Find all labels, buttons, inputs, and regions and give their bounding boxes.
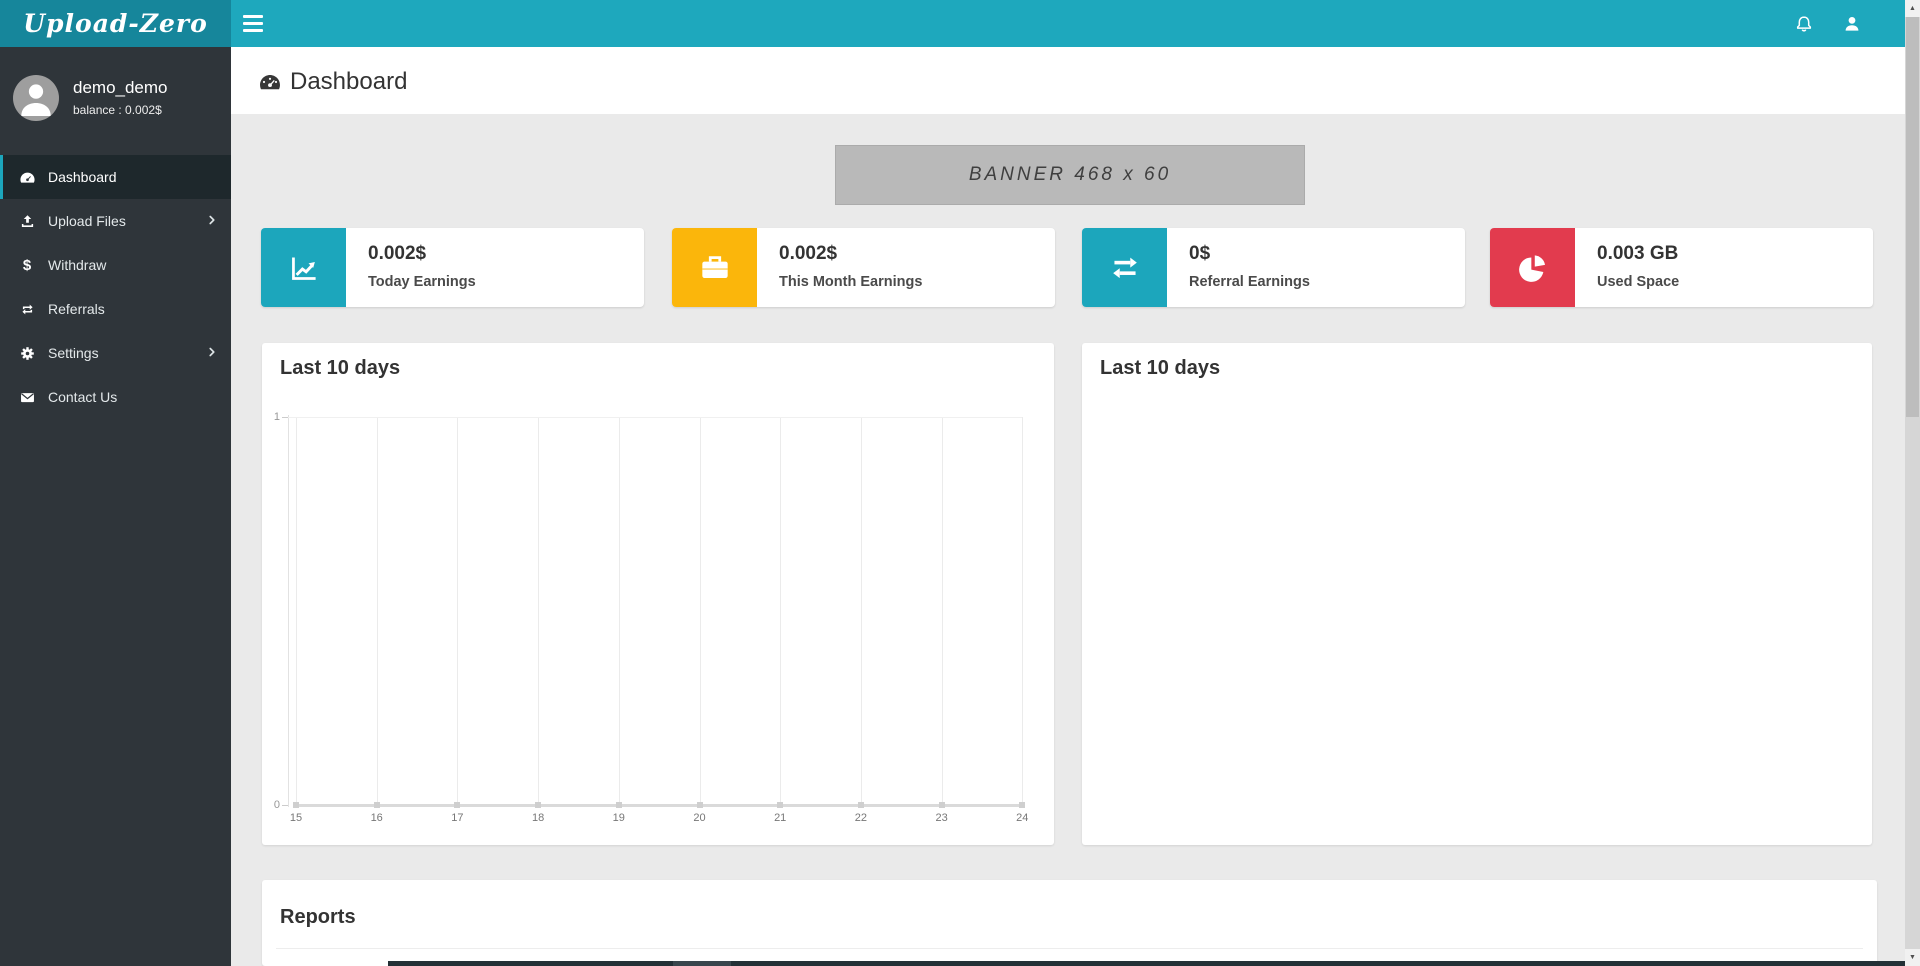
page-title-text: Dashboard — [290, 68, 408, 95]
x-tick-label: 15 — [289, 812, 303, 824]
briefcase-icon — [672, 228, 757, 307]
bottom-edge-bar-segment — [673, 961, 731, 966]
sidebar-item-label: Dashboard — [48, 169, 117, 185]
retweet-icon — [16, 301, 38, 318]
notifications-button[interactable] — [1783, 0, 1825, 47]
content-header — [231, 47, 1905, 114]
tachometer-icon — [260, 75, 280, 90]
sidebar-item-upload-files[interactable]: Upload Files — [0, 199, 231, 243]
scrollbar-thumb[interactable] — [1906, 17, 1919, 417]
username: demo_demo — [73, 78, 168, 97]
sidebar-menu: Dashboard Upload Files $ Withdraw Referr… — [0, 155, 231, 419]
app-window: Upload-Zero demo_demo balance : 0.002$ D… — [0, 0, 1920, 966]
stat-card-used-space: 0.003 GB Used Space — [1490, 228, 1873, 307]
panel-title: Last 10 days — [1100, 357, 1221, 379]
bell-icon — [1796, 15, 1812, 32]
sidebar-item-referrals[interactable]: Referrals — [0, 287, 231, 331]
bottom-edge-bar — [388, 961, 1905, 966]
data-point — [615, 802, 622, 808]
sidebar-item-label: Settings — [48, 345, 99, 361]
scroll-down-button[interactable]: ▼ — [1905, 949, 1920, 966]
sidebar-item-label: Withdraw — [48, 257, 107, 273]
data-point — [535, 802, 542, 808]
data-point — [696, 802, 703, 808]
stat-value: 0.002$ — [779, 243, 838, 264]
sidebar-item-label: Contact Us — [48, 389, 118, 405]
tachometer-icon — [16, 169, 38, 186]
sidebar-item-dashboard[interactable]: Dashboard — [0, 155, 231, 199]
x-tick-label: 16 — [370, 812, 383, 824]
user-menu-button[interactable] — [1831, 0, 1873, 47]
data-point — [938, 802, 945, 808]
pie-chart-icon — [1490, 228, 1575, 307]
stat-label: This Month Earnings — [779, 274, 923, 290]
envelope-icon — [16, 389, 38, 406]
stat-label: Today Earnings — [368, 274, 476, 290]
stat-card-month-earnings: 0.002$ This Month Earnings — [672, 228, 1055, 307]
vertical-scrollbar[interactable]: ▲ ▼ — [1905, 0, 1920, 966]
chevron-right-icon — [205, 345, 219, 362]
chevron-right-icon — [205, 213, 219, 230]
person-icon — [21, 84, 51, 116]
x-tick-label: 24 — [1016, 812, 1029, 824]
stat-card-referral-earnings: 0$ Referral Earnings — [1082, 228, 1465, 307]
data-point — [454, 802, 461, 808]
reports-panel: Reports — [262, 880, 1877, 966]
chart-panel-earnings: Last 10 days 15 16 17 18 19 20 21 22 23 24 1 0 — [262, 343, 1054, 845]
dollar-icon: $ — [22, 256, 32, 274]
data-point — [373, 802, 380, 808]
gear-icon — [16, 345, 38, 362]
sidebar-item-label: Upload Files — [48, 213, 126, 229]
user-icon — [1845, 16, 1859, 31]
y-tick-label: 0 — [273, 799, 280, 811]
data-point — [1019, 802, 1026, 808]
x-tick-label: 20 — [693, 812, 706, 824]
data-point — [777, 802, 784, 808]
stat-value: 0.002$ — [368, 243, 427, 264]
x-tick-label: 22 — [854, 812, 868, 824]
top-navbar: Upload-Zero — [0, 0, 1905, 47]
stat-card-today-earnings: 0.002$ Today Earnings — [261, 228, 644, 307]
panel-title: Reports — [280, 906, 356, 928]
data-point — [293, 802, 299, 808]
chart-panel-empty: Last 10 days — [1082, 343, 1872, 845]
x-tick-label: 17 — [451, 812, 464, 824]
stat-label: Referral Earnings — [1189, 274, 1310, 290]
data-point — [857, 802, 864, 808]
upload-icon — [16, 213, 38, 230]
x-tick-label: 18 — [531, 812, 545, 824]
panel-title: Last 10 days — [280, 357, 401, 379]
sidebar: demo_demo balance : 0.002$ Dashboard Upl… — [0, 47, 231, 966]
sidebar-item-settings[interactable]: Settings — [0, 331, 231, 375]
app-logo[interactable]: Upload-Zero — [0, 0, 231, 47]
chart-line-icon — [261, 228, 346, 307]
x-tick-label: 21 — [774, 812, 787, 824]
stat-label: Used Space — [1597, 274, 1680, 290]
stat-value: 0.003 GB — [1597, 243, 1679, 264]
ad-banner[interactable]: BANNER 468 x 60 — [835, 145, 1305, 205]
avatar — [13, 75, 59, 121]
x-tick-label: 19 — [612, 812, 625, 824]
sidebar-toggle-button[interactable] — [243, 0, 285, 47]
sidebar-item-contact-us[interactable]: Contact Us — [0, 375, 231, 419]
scroll-up-button[interactable]: ▲ — [1905, 0, 1920, 17]
sidebar-item-label: Referrals — [48, 301, 105, 317]
divider — [276, 948, 1863, 949]
user-balance: balance : 0.002$ — [73, 103, 162, 117]
sidebar-item-withdraw[interactable]: $ Withdraw — [0, 243, 231, 287]
x-tick-label: 23 — [935, 812, 948, 824]
page-title: Dashboard — [258, 68, 407, 96]
y-tick-label: 1 — [273, 411, 280, 423]
series-line — [296, 803, 1023, 807]
stat-value: 0$ — [1189, 243, 1211, 264]
exchange-icon — [1082, 228, 1167, 307]
